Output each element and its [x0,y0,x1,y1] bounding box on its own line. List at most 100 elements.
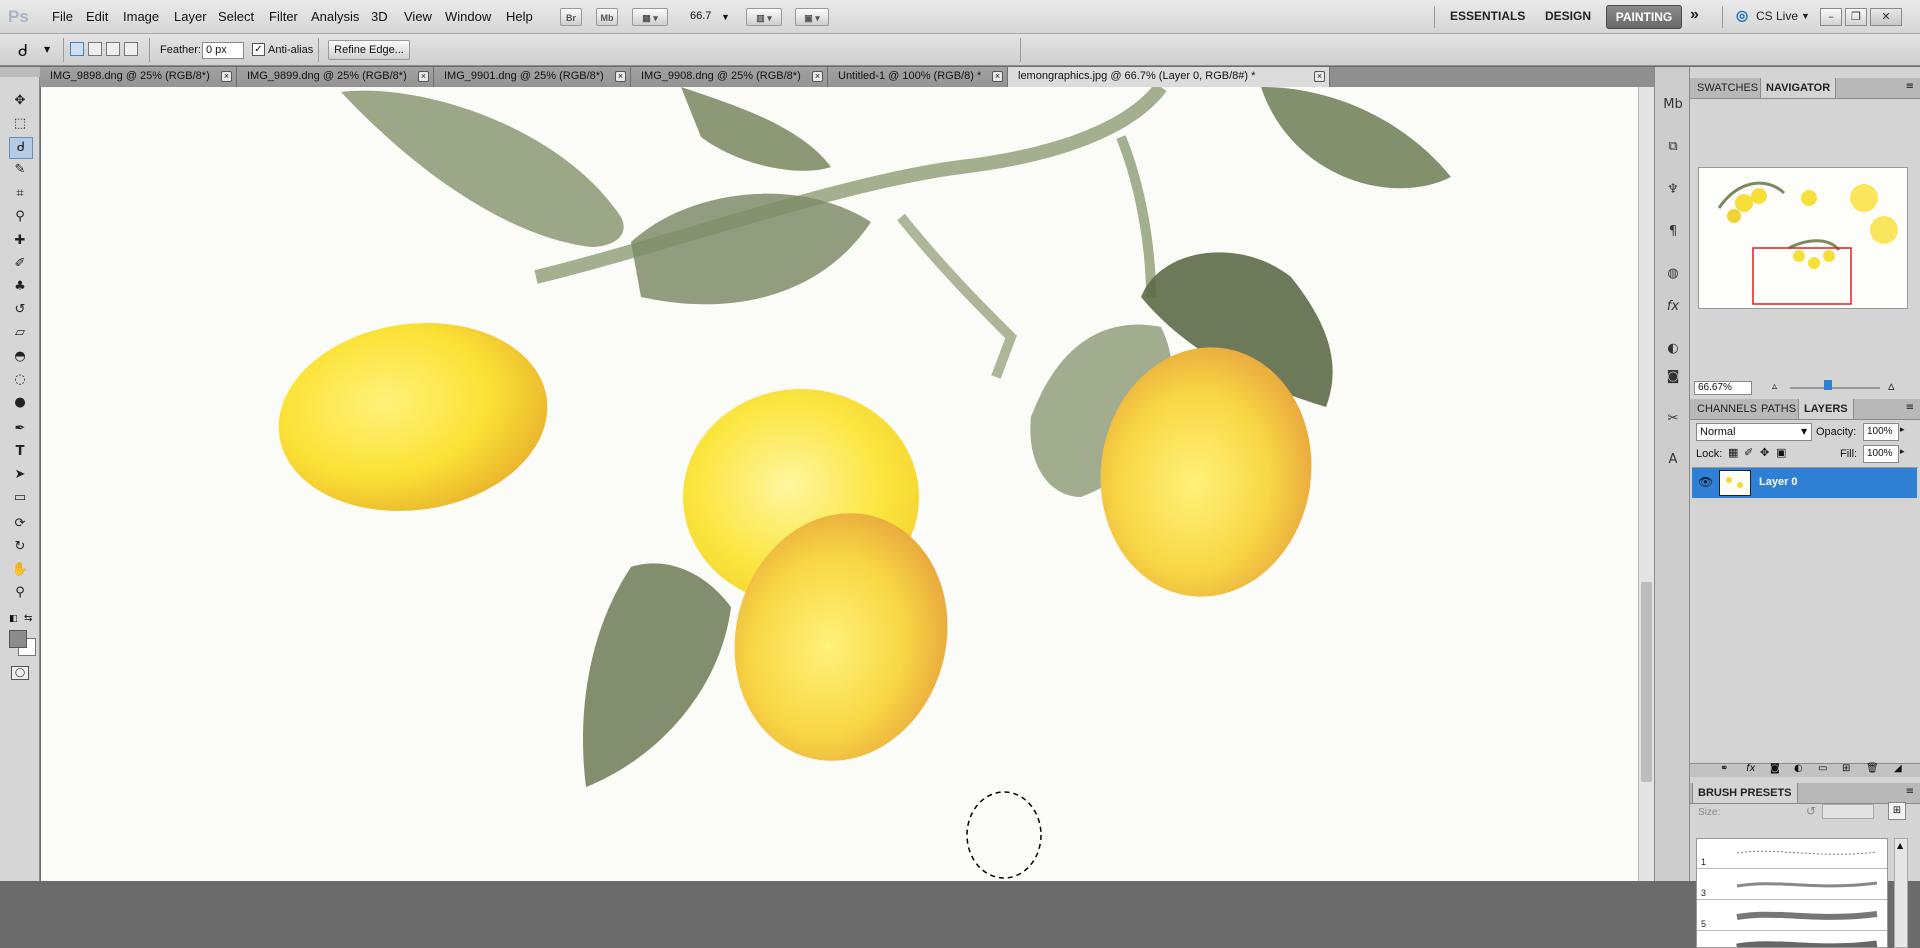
shape-tool-icon[interactable]: ▭ [9,488,31,508]
adjustment-layer-icon[interactable]: ◐ [1794,763,1803,774]
new-group-icon[interactable]: ▭ [1818,763,1827,774]
lasso-tool-icon[interactable]: ᑯ [9,137,33,159]
menu-help[interactable]: Help [506,9,533,24]
eyedropper-tool-icon[interactable]: ⚲ [9,207,31,227]
mini-bridge-button[interactable]: Mb [596,8,618,26]
zoom-in-icon[interactable]: ▵ [1888,379,1895,394]
toolbox-header[interactable] [0,67,40,77]
document-tab-active[interactable]: lemongraphics.jpg @ 66.7% (Layer 0, RGB/… [1008,67,1330,87]
navigator-preview[interactable] [1698,167,1908,309]
new-brush-icon[interactable]: ⊞ [1888,802,1906,820]
workspace-design[interactable]: DESIGN [1545,9,1591,23]
menu-edit[interactable]: Edit [86,9,108,24]
subtract-from-selection-icon[interactable] [106,42,120,56]
brush-size-input[interactable] [1822,804,1874,819]
chevron-down-icon[interactable]: ▼ [1801,427,1807,436]
close-icon[interactable]: × [812,71,823,82]
brush-panel-icon[interactable]: ✂ [1663,409,1683,429]
swap-colors-icon[interactable]: ⇆ [24,613,32,624]
quick-mask-icon[interactable]: ◯ [11,666,29,680]
quick-selection-tool-icon[interactable]: ✎ [9,160,31,180]
add-mask-icon[interactable]: ◙ [1770,763,1780,774]
close-icon[interactable]: × [1314,71,1325,82]
menu-view[interactable]: View [404,9,432,24]
close-icon[interactable]: × [615,71,626,82]
layer-style-icon[interactable]: fx [1746,763,1755,774]
default-colors-icon[interactable]: ◧ [9,614,18,624]
pen-tool-icon[interactable]: ✒ [9,419,31,439]
hand-tool-icon[interactable]: ✋ [9,560,31,580]
scrollbar-thumb[interactable] [1641,582,1652,782]
document-tab[interactable]: IMG_9908.dng @ 25% (RGB/8*) × [631,67,828,87]
close-icon[interactable]: × [418,71,429,82]
eye-icon[interactable]: 👁 [1698,475,1713,489]
workspace-painting[interactable]: PAINTING [1606,5,1682,29]
blend-mode-select[interactable]: Normal [1696,423,1812,441]
scroll-up-icon[interactable]: ▲ [1897,841,1903,850]
lock-transparent-icon[interactable]: ▦ [1728,446,1738,459]
clone-source-icon[interactable]: ⧉ [1663,137,1683,157]
reset-size-icon[interactable]: ↺ [1806,804,1816,818]
brush-list-scrollbar[interactable]: ▲ [1894,838,1908,948]
minimize-button[interactable]: – [1820,8,1842,26]
document-canvas[interactable] [41,87,1638,881]
zoom-level-display[interactable]: 66.7 [690,10,711,22]
healing-brush-tool-icon[interactable]: ✚ [9,231,31,251]
refine-edge-button[interactable]: Refine Edge... [328,40,410,60]
mini-bridge-panel-icon[interactable]: Mb [1663,95,1683,115]
color-panel-icon[interactable]: ◍ [1663,264,1683,284]
path-selection-tool-icon[interactable]: ➤ [9,465,31,485]
menu-select[interactable]: Select [218,9,254,24]
brush-tool-icon[interactable]: ✐ [9,254,31,274]
arrange-documents-button[interactable]: ▥ ▾ [746,8,782,26]
move-tool-icon[interactable]: ✥ [9,91,31,111]
adjustments-icon[interactable]: ◐ [1663,339,1683,359]
3d-orbit-tool-icon[interactable]: ↻ [9,537,31,557]
history-brush-tool-icon[interactable]: ↺ [9,300,31,320]
crop-tool-icon[interactable]: ⌗ [9,184,31,204]
resize-grip-icon[interactable]: ◢ [1894,763,1902,774]
opacity-arrow-icon[interactable]: ▸ [1900,425,1905,435]
character-panel-icon[interactable]: A [1663,450,1683,470]
close-icon[interactable]: × [221,71,232,82]
panel-menu-icon[interactable]: ≡ [1906,402,1914,413]
brush-preset-item[interactable]: 1 [1697,839,1887,869]
lock-image-icon[interactable]: ✐ [1744,446,1753,459]
more-workspaces-icon[interactable]: » [1690,6,1699,24]
document-tab[interactable]: IMG_9899.dng @ 25% (RGB/8*) × [237,67,434,87]
tab-paths[interactable]: PATHS [1756,399,1801,419]
add-to-selection-icon[interactable] [88,42,102,56]
zoom-tool-icon[interactable]: ⚲ [9,583,31,603]
panel-menu-icon[interactable]: ≡ [1906,81,1914,92]
lasso-icon[interactable]: ᑯ [18,41,28,60]
paint-bucket-tool-icon[interactable]: ◓ [9,347,31,367]
intersect-selection-icon[interactable] [124,42,138,56]
link-layers-icon[interactable]: ⚭ [1720,763,1728,774]
brush-preset-item[interactable]: 5 [1697,901,1887,931]
marquee-tool-icon[interactable]: ⬚ [9,114,31,134]
navigator-zoom-slider[interactable] [1790,387,1880,389]
tab-navigator[interactable]: NAVIGATOR [1760,78,1837,98]
3d-rotate-tool-icon[interactable]: ⟳ [9,514,31,534]
new-selection-icon[interactable] [70,42,84,56]
close-icon[interactable]: × [992,71,1003,82]
anti-alias-checkbox[interactable]: ✓ [252,43,265,56]
delete-layer-icon[interactable]: 🗑 [1866,763,1879,774]
document-tab[interactable]: IMG_9901.dng @ 25% (RGB/8*) × [434,67,631,87]
brush-preset-item[interactable]: 9 [1697,932,1887,947]
menu-window[interactable]: Window [445,9,491,24]
eraser-tool-icon[interactable]: ▱ [9,323,31,343]
document-tab[interactable]: Untitled-1 @ 100% (RGB/8) * × [828,67,1008,87]
menu-layer[interactable]: Layer [174,9,207,24]
restore-button[interactable]: ❐ [1845,8,1867,26]
brush-preset-item[interactable]: 3 [1697,870,1887,900]
lock-position-icon[interactable]: ✥ [1760,446,1769,459]
tab-swatches[interactable]: SWATCHES [1692,78,1763,98]
chevron-down-icon[interactable]: ▼ [44,45,50,54]
tab-brush-presets[interactable]: BRUSH PRESETS [1692,783,1798,803]
tool-presets-icon[interactable]: ♆ [1663,180,1683,200]
panel-menu-icon[interactable]: ≡ [1906,786,1914,797]
close-button[interactable]: ✕ [1870,8,1902,26]
workspace-essentials[interactable]: ESSENTIALS [1450,9,1525,23]
clone-stamp-tool-icon[interactable]: ♣ [9,277,31,297]
